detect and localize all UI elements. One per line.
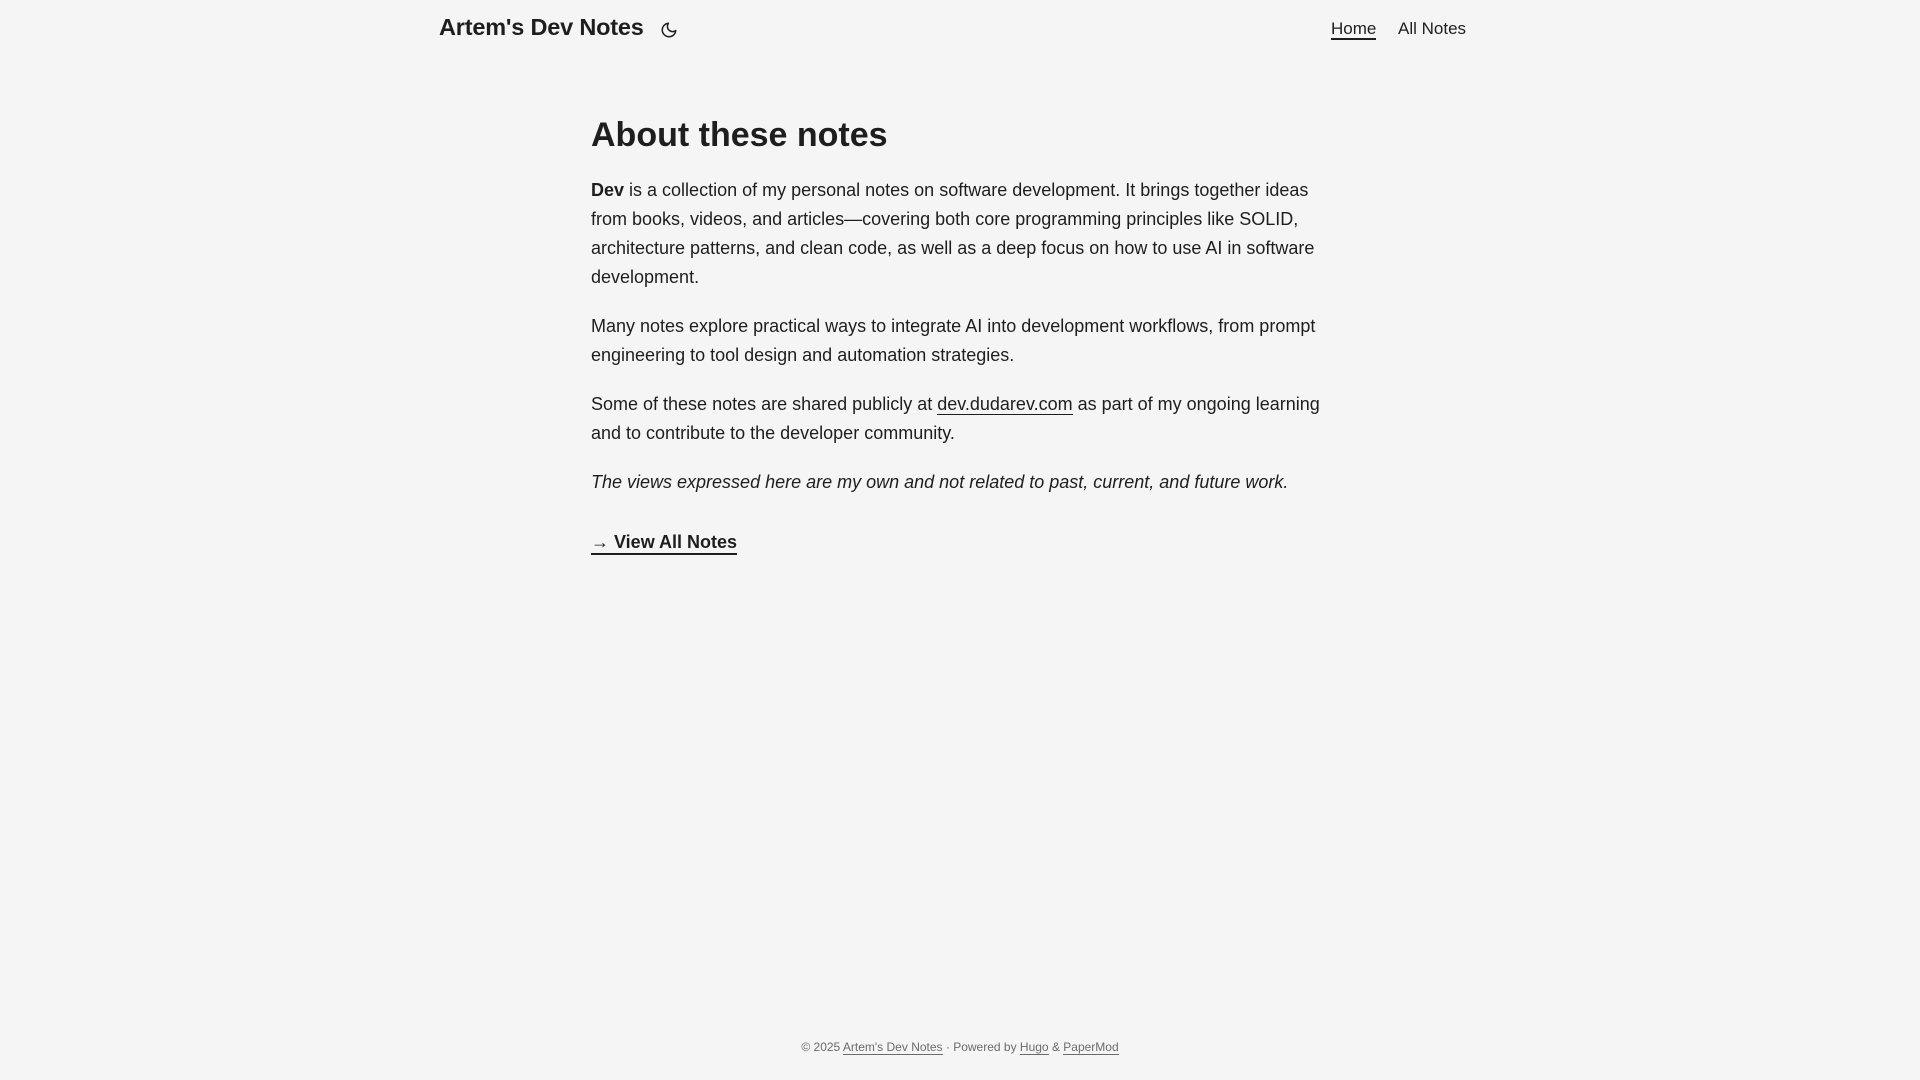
site-footer: © 2025 Artem's Dev Notes · Powered by Hu…: [0, 1040, 1920, 1055]
main-nav: Home All Notes: [0, 19, 1920, 43]
nav-all-notes-link[interactable]: All Notes: [1398, 19, 1466, 38]
copyright-text: © 2025: [801, 1040, 843, 1054]
hugo-link[interactable]: Hugo: [1019, 1040, 1049, 1055]
page-title: About these notes: [591, 116, 888, 154]
ampersand-text: &: [1048, 1040, 1064, 1054]
ai-paragraph: Many notes explore practical ways to int…: [591, 316, 1316, 365]
view-all-notes-link[interactable]: → View All Notes: [591, 531, 738, 555]
shared-text-before: Some of these notes are shared publicly …: [591, 394, 938, 414]
powered-by-text: · Powered by: [942, 1040, 1020, 1054]
intro-paragraph: Dev is a collection of my personal notes…: [591, 176, 1321, 292]
main-content: About these notes Dev is a collection of…: [591, 112, 1321, 555]
nav-home-link[interactable]: Home: [1331, 19, 1377, 40]
site-header: Artem's Dev Notes Home All Notes: [0, 0, 1920, 60]
disclaimer-text: The views expressed here are my own and …: [591, 472, 1289, 492]
shared-paragraph: Some of these notes are shared publicly …: [591, 390, 1321, 448]
intro-text: is a collection of my personal notes on …: [591, 180, 1315, 287]
disclaimer-paragraph: The views expressed here are my own and …: [591, 468, 1321, 497]
footer-site-link[interactable]: Artem's Dev Notes: [842, 1040, 943, 1055]
papermod-link[interactable]: PaperMod: [1063, 1040, 1119, 1055]
dev-strong: Dev: [591, 180, 625, 200]
dudarev-link[interactable]: dev.dudarev.com: [937, 394, 1073, 415]
